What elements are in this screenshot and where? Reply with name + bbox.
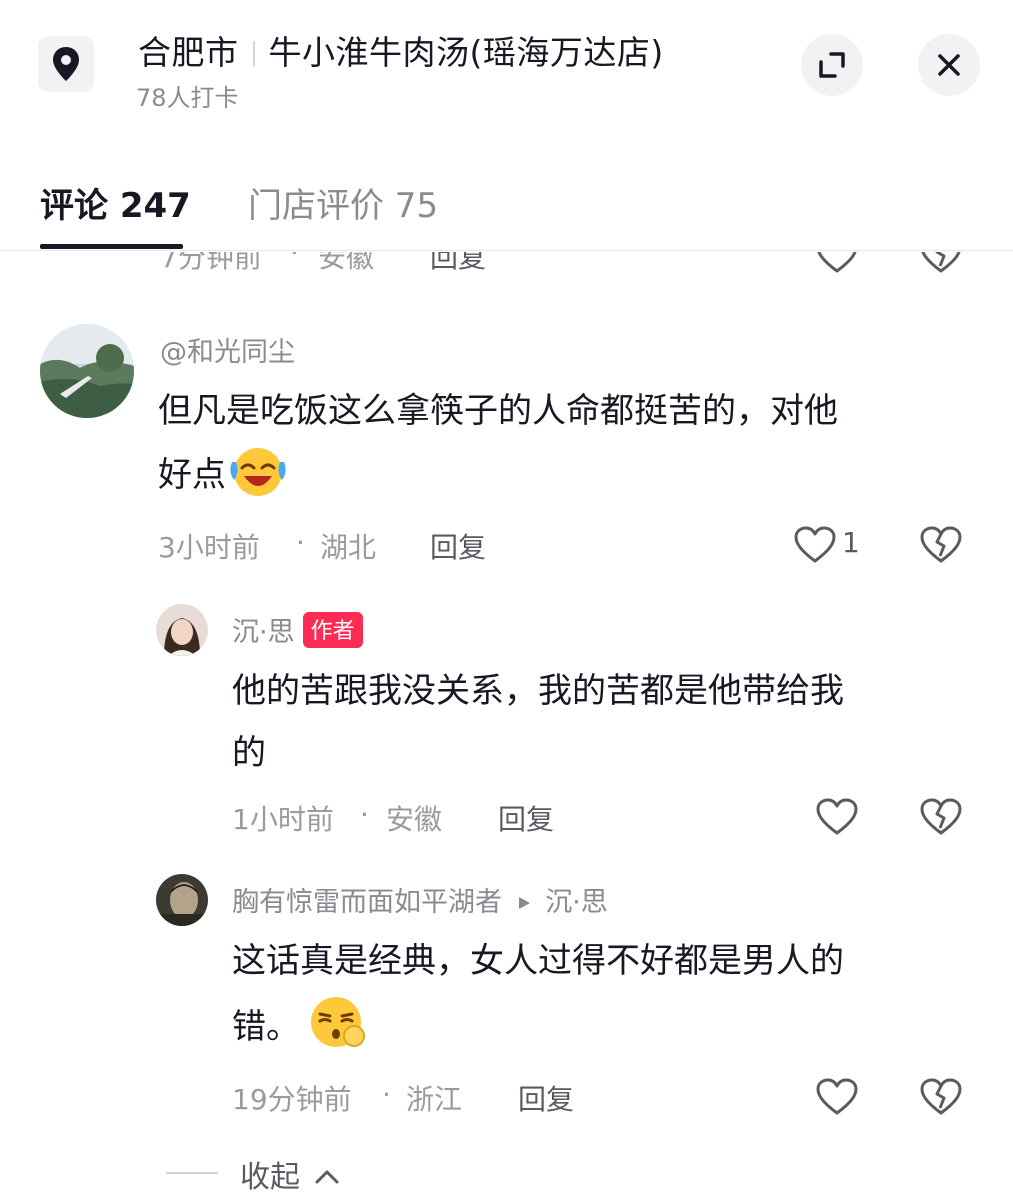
comment-username[interactable]: @和光同尘 bbox=[160, 330, 295, 369]
reply-text-line: 的 bbox=[232, 733, 266, 773]
avatar-portrait-image bbox=[156, 604, 208, 656]
comment-time: 3小时前 bbox=[158, 531, 260, 564]
avatar[interactable] bbox=[40, 324, 134, 418]
broken-heart-icon[interactable] bbox=[920, 798, 962, 836]
heart-icon[interactable] bbox=[816, 798, 858, 836]
avatar-portrait-image bbox=[156, 874, 208, 926]
collapse-replies-button[interactable]: 收起 bbox=[240, 1152, 340, 1196]
store-title[interactable]: 合肥市 牛小淮牛肉汤(瑶海万达店) bbox=[138, 26, 664, 74]
comment-region: 安徽 bbox=[318, 252, 375, 274]
comment-time: 7分钟前 bbox=[160, 252, 262, 274]
reply-button[interactable]: 回复 bbox=[430, 252, 486, 276]
laughing-crying-emoji-icon bbox=[230, 448, 286, 496]
collapse-label: 收起 bbox=[240, 1160, 300, 1195]
reply-button[interactable]: 回复 bbox=[518, 1078, 574, 1118]
avatar-landscape-image bbox=[40, 324, 134, 418]
collapse-divider bbox=[166, 1172, 218, 1174]
smug-face-emoji-icon bbox=[311, 997, 365, 1047]
comment-region: 安徽 bbox=[386, 803, 443, 836]
avatar[interactable] bbox=[156, 604, 208, 656]
comment-text-line: 但凡是吃饭这么拿筷子的人命都挺苦的，对他 bbox=[158, 391, 838, 431]
reply-text-line: 他的苦跟我没关系，我的苦都是他带给我 bbox=[232, 671, 844, 711]
tab-divider bbox=[0, 250, 1013, 251]
broken-heart-icon[interactable] bbox=[920, 1078, 962, 1116]
heart-icon[interactable] bbox=[794, 526, 836, 564]
comment-text: 但凡是吃饭这么拿筷子的人命都挺苦的，对他 好点 bbox=[158, 380, 958, 506]
tab-store-reviews[interactable]: 门店评价 75 bbox=[248, 178, 438, 227]
comment-time: 19分钟前 bbox=[232, 1083, 352, 1116]
tab-comments[interactable]: 评论 247 bbox=[40, 178, 191, 227]
avatar[interactable] bbox=[156, 874, 208, 926]
expand-button[interactable] bbox=[801, 34, 863, 96]
reply-button[interactable]: 回复 bbox=[430, 526, 486, 566]
heart-icon[interactable] bbox=[816, 252, 858, 274]
title-separator bbox=[252, 41, 255, 67]
reply-text: 这话真是经典，女人过得不好都是男人的 错。 bbox=[232, 930, 972, 1058]
active-tab-indicator bbox=[40, 244, 183, 249]
reply-text: 他的苦跟我没关系，我的苦都是他带给我 的 bbox=[232, 660, 972, 784]
broken-heart-icon[interactable] bbox=[920, 252, 962, 274]
reply-username[interactable]: 胸有惊雷而面如平湖者 bbox=[232, 887, 502, 918]
checkin-count: 78人打卡 bbox=[136, 84, 239, 112]
meta-dot: · bbox=[360, 798, 369, 831]
comment-text-line: 好点 bbox=[158, 455, 226, 495]
close-button[interactable] bbox=[918, 34, 980, 96]
broken-heart-icon[interactable] bbox=[920, 526, 962, 564]
reply-username[interactable]: 沉·思 bbox=[232, 617, 295, 648]
previous-comment-meta: 7分钟前 · 安徽 回复 bbox=[0, 252, 1013, 278]
close-icon bbox=[938, 54, 960, 76]
heart-icon[interactable] bbox=[816, 1078, 858, 1116]
city-label: 合肥市 bbox=[138, 33, 239, 72]
comment-time: 1小时前 bbox=[232, 803, 334, 836]
reply-username-row: 沉·思 作者 bbox=[232, 610, 363, 649]
reply-button[interactable]: 回复 bbox=[498, 798, 554, 838]
location-pin-icon bbox=[53, 47, 79, 81]
meta-dot: · bbox=[296, 526, 305, 559]
comment-region: 浙江 bbox=[406, 1083, 463, 1116]
location-icon-box[interactable] bbox=[38, 36, 94, 92]
chevron-up-icon bbox=[315, 1170, 339, 1184]
reply-to-username[interactable]: 沉·思 bbox=[545, 887, 608, 918]
comment-region: 湖北 bbox=[320, 531, 377, 564]
store-name: 牛小淮牛肉汤(瑶海万达店) bbox=[268, 33, 664, 72]
like-count: 1 bbox=[842, 526, 860, 559]
reply-text-line: 这话真是经典，女人过得不好都是男人的 bbox=[232, 941, 844, 981]
meta-dot: · bbox=[382, 1078, 391, 1111]
reply-arrow-icon bbox=[518, 897, 530, 909]
reply-username-row: 胸有惊雷而面如平湖者 沉·思 bbox=[232, 880, 608, 919]
meta-dot: · bbox=[290, 252, 299, 269]
reply-text-line: 错。 bbox=[232, 1007, 300, 1047]
expand-icon bbox=[819, 52, 845, 78]
author-badge: 作者 bbox=[302, 612, 363, 648]
